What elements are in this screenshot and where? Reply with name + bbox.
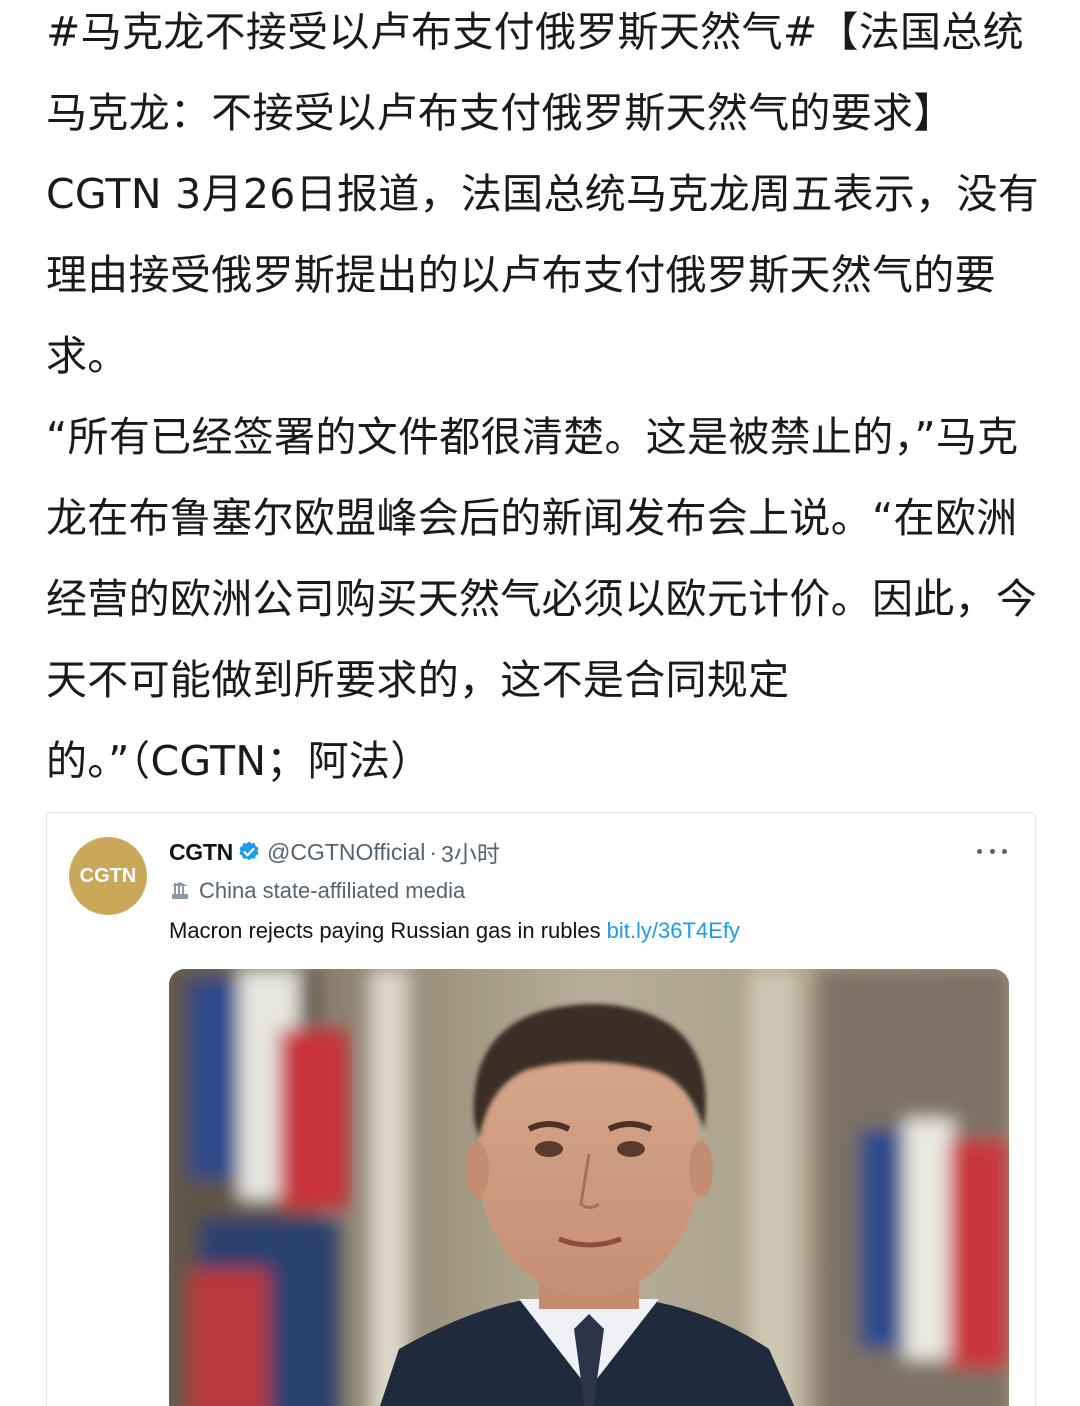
flag-icon [172, 882, 188, 899]
tweet-media-photo[interactable] [169, 969, 1009, 1406]
verified-badge-icon [239, 841, 259, 861]
embedded-tweet-card[interactable]: CGTN CGTN @CGTNOfficial · 3小时 China stat… [46, 812, 1036, 1406]
more-options-icon[interactable] [977, 839, 1007, 863]
tweet-link[interactable]: bit.ly/36T4Efy [607, 918, 740, 944]
post-paragraph-2: “所有已经签署的文件都很清楚。这是被禁止的，”马克龙在布鲁塞尔欧盟峰会后的新闻发… [46, 413, 1038, 785]
avatar[interactable]: CGTN [69, 837, 147, 915]
avatar-logo-text: CGTN [79, 864, 137, 887]
separator-dot: · [429, 838, 438, 865]
state-affiliated-label[interactable]: China state-affiliated media [169, 875, 465, 907]
post-paragraph-1: #马克龙不接受以卢布支付俄罗斯天然气#【法国总统马克龙：不接受以卢布支付俄罗斯天… [46, 8, 1040, 380]
tweet-handle[interactable]: @CGTNOfficial [267, 839, 425, 866]
tweet-text-content: Macron rejects paying Russian gas in rub… [169, 918, 601, 943]
tweet-header: CGTN @CGTNOfficial · 3小时 [169, 835, 500, 869]
photo-of-macron-icon [169, 969, 1009, 1406]
tweet-timestamp[interactable]: 3小时 [441, 835, 500, 869]
affiliation-text: China state-affiliated media [199, 878, 466, 903]
post-body: #马克龙不接受以卢布支付俄罗斯天然气#【法国总统马克龙：不接受以卢布支付俄罗斯天… [46, 0, 1046, 802]
tweet-text: Macron rejects paying Russian gas in rub… [169, 915, 740, 947]
tweet-author-name[interactable]: CGTN [169, 839, 233, 866]
